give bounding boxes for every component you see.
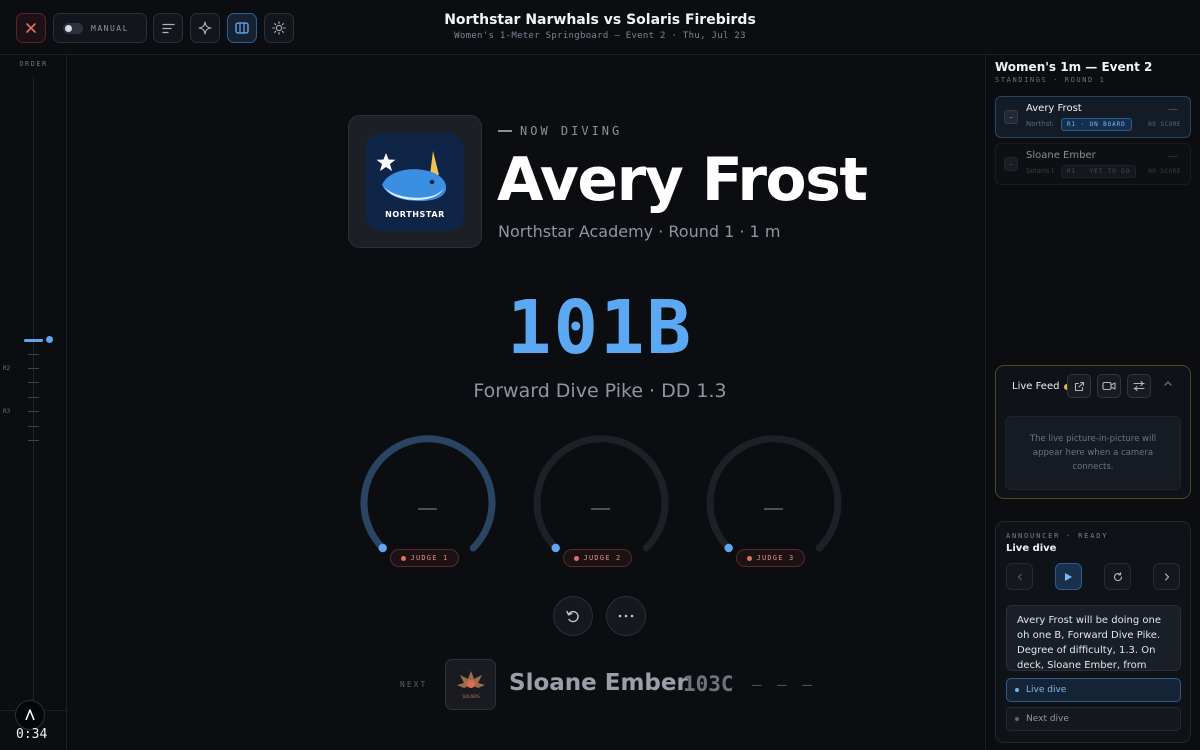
judge-badge: JUDGE 1 (390, 549, 459, 567)
video-camera-icon (1102, 381, 1116, 391)
reset-scores-button[interactable] (553, 596, 593, 636)
live-feed-card: Live Feed The live picture-in-picture wi… (995, 365, 1191, 499)
sliders-icon (1133, 380, 1145, 392)
meet-subtitle: Women's 1-Meter Springboard — Event 2 · … (454, 31, 746, 41)
status-badge: R1 · ON BOARD (1061, 118, 1132, 131)
announcer-status: ANNOUNCER · READY (1006, 532, 1109, 540)
score-value: — (1168, 104, 1178, 115)
collapse-icon[interactable] (1164, 378, 1172, 389)
camera-button[interactable] (1097, 374, 1121, 398)
live-feed-title: Live Feed (1012, 381, 1060, 392)
diver-name: Sloane Ember (1026, 150, 1096, 161)
announcer-script[interactable]: Avery Frost will be doing one oh one B, … (1006, 605, 1181, 671)
score-value: — (1168, 151, 1178, 162)
solaris-logo: SOLARIS (445, 659, 496, 710)
rail-round-label: R3 (3, 408, 11, 415)
play-button[interactable] (1055, 563, 1082, 590)
next-dive-option[interactable]: Next dive (1006, 707, 1181, 731)
next-score-placeholder: – – – (752, 675, 816, 694)
now-diving-label: NOW DIVING (498, 124, 622, 138)
rail-tick[interactable] (28, 426, 39, 427)
rail-tick[interactable] (28, 411, 39, 412)
chevron-right-icon (1164, 572, 1169, 581)
judge-score (418, 508, 437, 510)
rank-tag: – (1004, 157, 1018, 171)
judge-dial-3[interactable]: JUDGE 3 (704, 434, 844, 574)
judge-dial-1[interactable]: JUDGE 1 (358, 434, 498, 574)
play-icon (1065, 572, 1072, 581)
next-logo-text: SOLARIS (462, 694, 480, 699)
replay-button[interactable] (1104, 563, 1131, 590)
team-logo-card: NORTHSTAR (348, 115, 482, 248)
feed-settings-button[interactable] (1127, 374, 1151, 398)
rail-tick[interactable] (28, 440, 39, 441)
rail-label: ORDER (19, 60, 48, 68)
standings-row[interactable]: – Sloane Ember Solaris Prep R1 · YET TO … (995, 143, 1191, 185)
standings-subtitle: STANDINGS · ROUND 1 (995, 76, 1106, 84)
live-dive-option[interactable]: Live dive (1006, 678, 1181, 702)
rank-tag: – (1004, 110, 1018, 124)
score-label: NO SCORE (1148, 168, 1181, 175)
undo-icon (566, 610, 579, 623)
meet-title: Northstar Narwhals vs Solaris Firebirds (444, 12, 756, 28)
external-link-icon (1074, 381, 1084, 391)
judge-dial-2[interactable]: JUDGE 2 (531, 434, 671, 574)
diver-name: Avery Frost (1026, 103, 1082, 114)
team-logo-text: NORTHSTAR (385, 210, 445, 219)
popout-button[interactable] (1067, 374, 1091, 398)
next-diver-name: Sloane Ember (509, 670, 688, 696)
judge-score (591, 508, 610, 510)
dive-timer: 0:34 (16, 727, 48, 742)
chevron-left-icon (1017, 572, 1022, 581)
live-feed-placeholder: The live picture-in-picture will appear … (1005, 416, 1181, 490)
order-rail: ORDER R2 R3 (0, 55, 67, 750)
diver-name: Avery Frost (497, 145, 868, 215)
top-bar: MANUAL Northstar Narwhals vs Solaris Fir… (0, 0, 1200, 55)
team-name: Northstar Academy (1026, 120, 1053, 128)
next-label: NEXT (400, 680, 428, 689)
announcer-card: ANNOUNCER · READY Live dive Avery Frost … (995, 521, 1191, 743)
judge-badge: JUDGE 2 (563, 549, 632, 567)
standings-row[interactable]: – Avery Frost Northstar Academy R1 · ON … (995, 96, 1191, 138)
northstar-logo: NORTHSTAR (366, 132, 464, 231)
cursor-icon[interactable] (15, 700, 45, 730)
next-button[interactable] (1153, 563, 1180, 590)
team-name: Solaris Prep (1026, 167, 1053, 175)
announcer-title: Live dive (1006, 543, 1057, 554)
standings-title: Women's 1m — Event 2 (995, 60, 1153, 74)
score-label: NO SCORE (1148, 121, 1181, 128)
standings-panel: Women's 1m — Event 2 STANDINGS · ROUND 1… (985, 55, 1200, 750)
ellipsis-icon (618, 614, 634, 618)
judge-score (764, 508, 783, 510)
next-dive-code: 103C (683, 672, 734, 696)
refresh-icon (1113, 571, 1122, 581)
status-badge: R1 · YET TO GO (1061, 165, 1137, 178)
previous-button[interactable] (1006, 563, 1033, 590)
diver-meta: Northstar Academy · Round 1 · 1 m (498, 222, 781, 241)
judge-badge: JUDGE 3 (736, 549, 805, 567)
more-options-button[interactable] (606, 596, 646, 636)
